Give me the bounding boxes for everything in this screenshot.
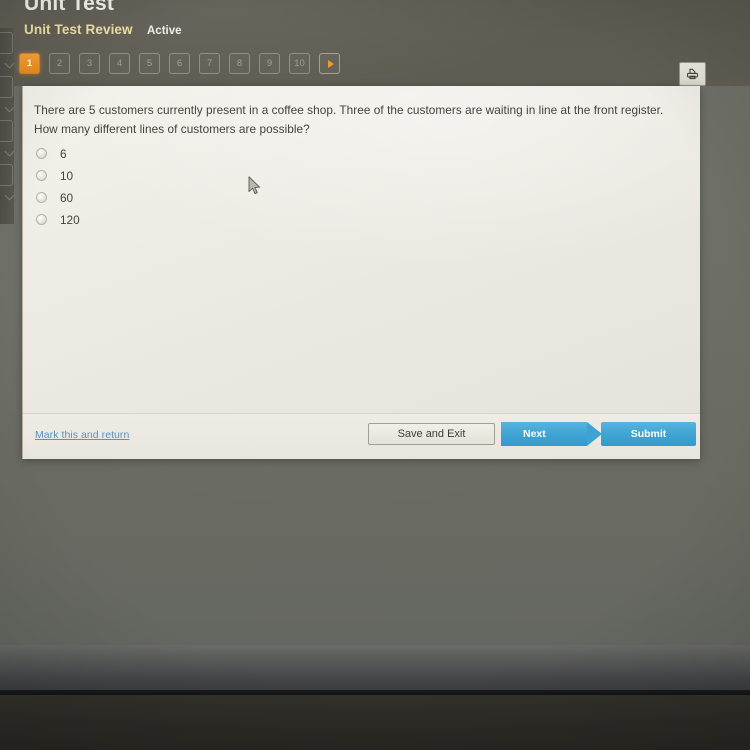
left-sidebar-rail	[0, 28, 14, 224]
status-badge: Active	[147, 25, 182, 37]
question-pill-label: 10	[294, 58, 305, 69]
answer-option-label: 6	[60, 146, 67, 161]
answer-choices: 6 10 60 120	[36, 143, 376, 231]
radio-button-icon[interactable]	[36, 214, 47, 226]
printer-icon	[687, 68, 698, 80]
answer-option[interactable]: 10	[36, 165, 376, 187]
card-footer: Mark this and return Save and Exit Next …	[23, 414, 700, 459]
question-pill-5[interactable]: 5	[139, 53, 160, 74]
question-pill-label: 5	[146, 58, 153, 69]
next-question-button[interactable]	[319, 53, 340, 74]
rail-icon-4[interactable]	[0, 164, 13, 186]
answer-option[interactable]: 120	[36, 209, 376, 231]
question-pill-label: 8	[236, 58, 243, 69]
answer-option[interactable]: 6	[36, 143, 376, 165]
question-pill-4[interactable]: 4	[109, 53, 130, 74]
radio-button-icon[interactable]	[36, 148, 47, 160]
question-pill-8[interactable]: 8	[229, 53, 250, 74]
question-pill-label: 7	[206, 58, 213, 69]
monitor-bezel-top	[0, 645, 750, 692]
answer-option-label: 10	[60, 168, 74, 183]
rail-chevron-icon-2	[4, 102, 14, 113]
rail-chevron-icon-4	[4, 190, 14, 201]
mark-this-and-return-link[interactable]: Mark this and return	[35, 429, 129, 441]
question-pill-label: 1	[26, 58, 33, 69]
question-pill-6[interactable]: 6	[169, 53, 190, 74]
question-card: There are 5 customers currently present …	[22, 86, 700, 459]
question-pill-label: 4	[116, 58, 123, 69]
answer-option-label: 60	[60, 190, 74, 205]
app-header: Unit Test Unit Test Review Active 1 2 3 …	[0, 0, 750, 86]
question-pill-label: 9	[266, 58, 273, 69]
rail-icon-1[interactable]	[0, 32, 13, 54]
screen-photo: Unit Test Unit Test Review Active 1 2 3 …	[0, 0, 750, 750]
play-arrow-icon	[327, 59, 334, 68]
rail-icon-3[interactable]	[0, 120, 13, 142]
question-pill-1[interactable]: 1	[19, 53, 40, 74]
rail-icon-2[interactable]	[0, 76, 13, 98]
submit-button[interactable]: Submit	[601, 422, 696, 446]
question-pill-7[interactable]: 7	[199, 53, 220, 74]
question-pill-10[interactable]: 10	[289, 53, 310, 74]
answer-option-label: 120	[60, 212, 80, 227]
radio-button-icon[interactable]	[36, 192, 47, 204]
question-pill-label: 2	[56, 58, 63, 69]
question-pill-label: 3	[86, 58, 93, 69]
radio-button-icon[interactable]	[36, 170, 47, 182]
monitor-bezel-bottom	[0, 695, 750, 750]
rail-chevron-icon-1	[4, 58, 14, 69]
question-nav: 1 2 3 4 5 6 7 8 9 10	[19, 53, 340, 74]
question-pill-label: 6	[176, 58, 183, 69]
question-text: There are 5 customers currently present …	[34, 103, 664, 136]
print-button[interactable]	[679, 62, 706, 86]
rail-chevron-icon-3	[4, 146, 14, 157]
page-title: Unit Test	[24, 0, 115, 15]
card-glare	[23, 86, 700, 459]
question-pill-3[interactable]: 3	[79, 53, 100, 74]
assignment-subtitle: Unit Test Review	[24, 22, 133, 37]
answer-option[interactable]: 60	[36, 187, 376, 209]
question-pill-9[interactable]: 9	[259, 53, 280, 74]
question-pill-2[interactable]: 2	[49, 53, 70, 74]
save-and-exit-button[interactable]: Save and Exit	[368, 423, 495, 445]
next-button[interactable]: Next	[501, 422, 602, 446]
